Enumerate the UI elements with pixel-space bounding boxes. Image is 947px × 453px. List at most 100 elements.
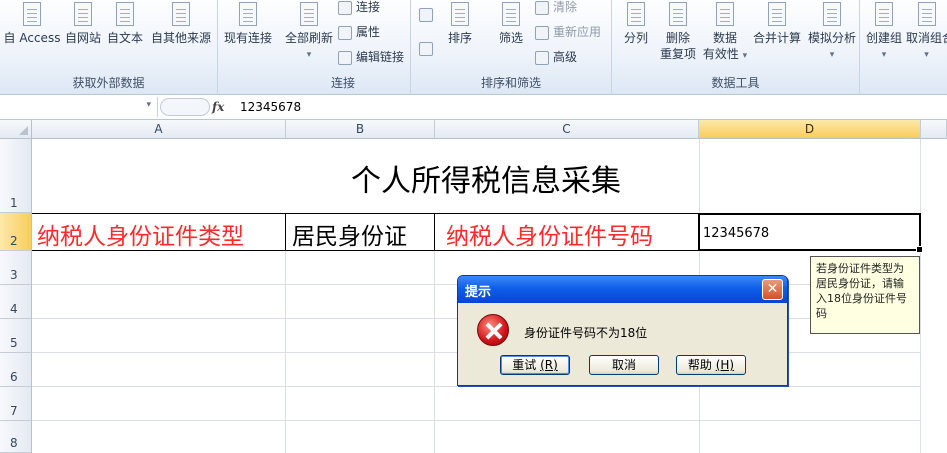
connections-button[interactable]: 连接 — [338, 0, 380, 17]
existing-connections-button[interactable]: 现有连接 — [220, 0, 276, 72]
group-label: 数据工具 — [711, 76, 760, 90]
group-connections: 全部刷新 ▾ 连接 属性 编辑链接 连接 — [276, 0, 411, 95]
access-icon — [18, 0, 46, 30]
cell-a2[interactable]: 纳税人身份证件类型 — [37, 217, 244, 251]
sort-descending-button[interactable] — [419, 38, 437, 58]
clear-button[interactable]: 清除 — [535, 0, 577, 17]
cell-a1-title[interactable]: 个人所得税信息采集 — [286, 156, 686, 200]
chevron-down-icon: ▾ — [829, 50, 835, 60]
text-file-icon — [111, 0, 139, 30]
refresh-all-button[interactable]: 全部刷新 ▾ — [280, 0, 338, 72]
ungroup-icon — [913, 0, 941, 30]
row-header-5[interactable]: 5 — [0, 319, 32, 353]
advanced-button[interactable]: 高级 — [535, 47, 577, 67]
sort-ascending-button[interactable] — [419, 4, 437, 24]
ribbon: 自 Access 自网站 自文本 自其他来源 获取外部数据 现有连接 全部刷新 … — [0, 0, 947, 95]
funnel-icon — [497, 0, 525, 30]
what-if-icon — [818, 0, 846, 30]
formula-bar: ▾ fx 12345678 — [0, 95, 947, 120]
text-to-columns-button[interactable]: 分列 — [618, 0, 654, 72]
advanced-filter-icon — [535, 50, 549, 65]
cancel-button[interactable]: 取消 — [589, 355, 659, 375]
sort-icon — [446, 0, 474, 30]
error-icon — [477, 314, 509, 346]
ungroup-button[interactable]: 取消组合 ▾ — [906, 0, 947, 72]
dialog-title-bar[interactable]: 提示 ✕ — [458, 276, 787, 303]
gridline — [285, 251, 286, 453]
link-icon — [338, 50, 352, 65]
chevron-down-icon: ▾ — [306, 50, 312, 60]
database-icon — [167, 0, 195, 30]
web-icon — [69, 0, 97, 30]
close-button[interactable]: ✕ — [762, 279, 783, 300]
row-header-4[interactable]: 4 — [0, 285, 32, 319]
existing-connections-icon — [234, 0, 262, 30]
consolidate-button[interactable]: 合并计算 — [750, 0, 804, 72]
group-sort-filter: 排序 筛选 清除 重新应用 高级 排序和筛选 — [411, 0, 612, 95]
cell-b2[interactable]: 居民身份证 — [292, 217, 407, 251]
column-header-d[interactable]: D — [699, 120, 921, 139]
chevron-down-icon: ▾ — [924, 50, 929, 60]
reapply-button[interactable]: 重新应用 — [535, 22, 601, 42]
retry-button[interactable]: 重试 (R) — [500, 355, 570, 375]
column-header-a[interactable]: A — [32, 120, 286, 139]
reapply-icon — [535, 25, 549, 40]
remove-duplicates-icon — [664, 0, 692, 30]
row-header-7[interactable]: 7 — [0, 387, 32, 421]
group-external-data: 自 Access 自网站 自文本 自其他来源 获取外部数据 — [0, 0, 218, 95]
row-header-6[interactable]: 6 — [0, 353, 32, 387]
data-validation-button[interactable]: 数据 有效性 ▾ — [700, 0, 750, 72]
column-header-blank[interactable] — [921, 120, 947, 139]
group-icon — [870, 0, 898, 30]
clear-filter-icon — [535, 0, 549, 15]
column-header-c[interactable]: C — [435, 120, 699, 139]
dialog-title: 提示 — [465, 285, 492, 300]
what-if-analysis-button[interactable]: 模拟分析 ▾ — [804, 0, 860, 72]
input-message-tooltip: 若身份证件类型为居民身份证，请输入18位身份证件号码 — [810, 256, 920, 334]
from-text-button[interactable]: 自文本 — [104, 0, 146, 72]
error-dialog: 提示 ✕ 身份证件号码不为18位 重试 (R) 取消 帮助 (H) — [457, 275, 788, 386]
from-access-button[interactable]: 自 Access — [2, 0, 62, 72]
insert-function-button[interactable]: fx — [212, 97, 234, 117]
remove-duplicates-button[interactable]: 删除 重复项 — [656, 0, 700, 72]
row-header-2[interactable]: 2 — [0, 213, 32, 251]
name-box[interactable]: ▾ — [0, 97, 158, 117]
group-button[interactable]: 创建组 ▾ — [862, 0, 906, 72]
group-label: 获取外部数据 — [72, 76, 145, 90]
properties-icon — [338, 25, 352, 40]
chevron-down-icon: ▾ — [881, 50, 887, 60]
edit-links-button[interactable]: 编辑链接 — [338, 47, 404, 67]
help-button[interactable]: 帮助 (H) — [676, 355, 746, 375]
group-label: 连接 — [330, 76, 355, 90]
row-header-3[interactable]: 3 — [0, 251, 32, 285]
cell-border — [434, 213, 435, 251]
chevron-down-icon[interactable]: ▾ — [146, 100, 151, 110]
gridline — [434, 251, 435, 453]
from-other-sources-button[interactable]: 自其他来源 — [146, 0, 216, 72]
validation-icon — [711, 0, 739, 30]
properties-button[interactable]: 属性 — [338, 22, 380, 42]
group-outline: 创建组 ▾ 取消组合 ▾ — [860, 0, 947, 95]
formula-input[interactable]: 12345678 — [240, 97, 301, 117]
sort-za-icon — [419, 41, 433, 56]
gridline — [32, 386, 920, 387]
cell-d2[interactable]: 12345678 — [703, 226, 769, 241]
filter-button[interactable]: 筛选 — [491, 0, 531, 72]
group-data-tools: 分列 删除 重复项 数据 有效性 ▾ 合并计算 模拟分析 ▾ 数据工具 — [612, 0, 860, 95]
connections-icon — [338, 0, 352, 15]
chevron-down-icon: ▾ — [742, 51, 748, 61]
gridline — [699, 139, 700, 213]
select-all-button[interactable] — [0, 120, 32, 139]
row-header-1[interactable]: 1 — [0, 139, 32, 213]
formula-bar-controls — [160, 98, 210, 116]
row-header-8[interactable]: 8 — [0, 421, 32, 453]
consolidate-icon — [763, 0, 791, 30]
gridline — [32, 420, 920, 421]
split-columns-icon — [622, 0, 650, 30]
cell-c2[interactable]: 纳税人身份证件号码 — [446, 217, 653, 251]
gridline — [920, 139, 921, 453]
dialog-message: 身份证件号码不为18位 — [524, 326, 648, 340]
column-header-b[interactable]: B — [286, 120, 435, 139]
sort-button[interactable]: 排序 — [443, 0, 477, 72]
from-web-button[interactable]: 自网站 — [62, 0, 104, 72]
